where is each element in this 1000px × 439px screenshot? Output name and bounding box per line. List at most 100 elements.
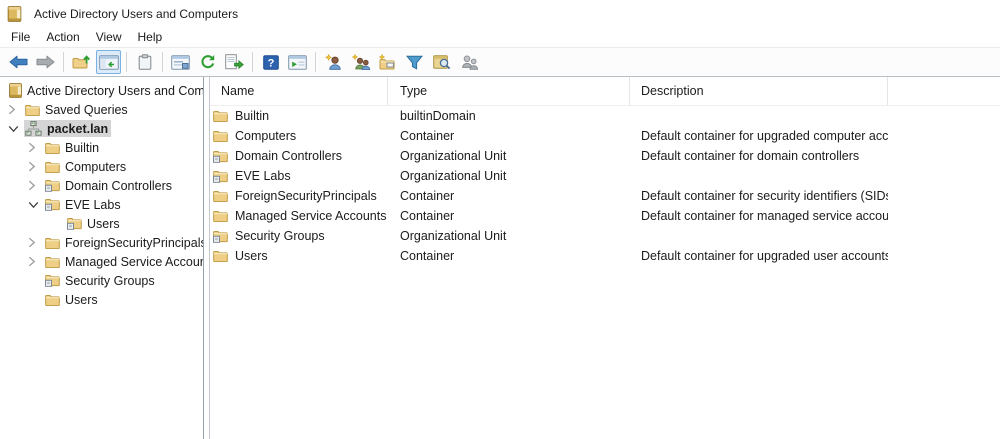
list-row-domain-controllers[interactable]: Domain Controllers Organizational Unit Def…	[210, 146, 1000, 166]
properties-button[interactable]	[132, 50, 157, 74]
column-header-type[interactable]: Type	[388, 77, 630, 105]
item-type: Container	[400, 249, 455, 263]
delegate-button[interactable]	[456, 50, 481, 74]
chevron-right-icon[interactable]	[26, 180, 44, 191]
list-row-foreignsecurityprincipals[interactable]: ForeignSecurityPrincipals Container Defaul…	[210, 186, 1000, 206]
tree-item-users[interactable]: Users	[0, 214, 203, 233]
list-body: Builtin builtinDomain Computers Container De…	[210, 106, 1000, 439]
export-list-icon	[225, 54, 244, 70]
ou-folder-icon	[67, 217, 82, 230]
refresh-button[interactable]	[195, 50, 220, 74]
book-icon	[9, 83, 22, 98]
tree-item-label: Builtin	[65, 140, 100, 155]
filter-button[interactable]	[402, 50, 427, 74]
show-console-tree-button[interactable]	[96, 50, 121, 74]
list-row-computers[interactable]: Computers Container Default container for …	[210, 126, 1000, 146]
toolbar-separator	[162, 52, 163, 72]
item-description: Default container for upgraded computer …	[641, 129, 888, 143]
tree-item-saved-queries[interactable]: Saved Queries	[0, 100, 203, 119]
item-description: Default container for managed service ac…	[641, 209, 888, 223]
help-button[interactable]: ?	[258, 50, 283, 74]
tree-item-label: Saved Queries	[45, 102, 128, 117]
tree-item-packet-lan[interactable]: packet.lan	[0, 119, 203, 138]
find-icon	[432, 54, 451, 70]
chevron-right-icon[interactable]	[26, 237, 44, 248]
chevron-right-icon[interactable]	[6, 104, 24, 115]
forward-button[interactable]	[33, 50, 58, 74]
up-one-level-button[interactable]	[69, 50, 94, 74]
menu-view[interactable]: View	[88, 28, 130, 46]
item-name: EVE Labs	[235, 169, 291, 183]
details-pane: Name Type Description Builtin builtinDomain…	[209, 77, 1000, 439]
arrow-left-icon	[9, 55, 28, 69]
console-tree-pane: Active Directory Users and Computers Save…	[0, 77, 204, 439]
tree-item-label: Managed Service Accounts	[65, 254, 204, 269]
aduc-window: Active Directory Users and Computers Fil…	[0, 0, 1000, 439]
export-list-button[interactable]	[222, 50, 247, 74]
toolbar-separator	[315, 52, 316, 72]
item-name: Computers	[235, 129, 297, 143]
menu-action[interactable]: Action	[38, 28, 87, 46]
delegate-icon	[459, 54, 479, 70]
list-row-users[interactable]: Users Container Default container for upgr…	[210, 246, 1000, 266]
tree-item-foreignsecurityprincipals[interactable]: ForeignSecurityPrincipals	[0, 233, 203, 252]
new-group-button[interactable]	[348, 50, 373, 74]
folder-icon	[213, 190, 228, 202]
chevron-right-icon[interactable]	[26, 161, 44, 172]
list-row-security-groups[interactable]: Security Groups Organizational Unit	[210, 226, 1000, 246]
tree-item-domain-controllers[interactable]: Domain Controllers	[0, 176, 203, 195]
item-description: Default container for security identifie…	[641, 189, 888, 203]
tree-item-label: packet.lan	[47, 121, 109, 136]
tree-item-label: Active Directory Users and Computers	[27, 83, 204, 98]
find-button[interactable]	[429, 50, 454, 74]
list-row-builtin[interactable]: Builtin builtinDomain	[210, 106, 1000, 126]
new-ou-button[interactable]	[375, 50, 400, 74]
ou-folder-icon	[213, 230, 228, 243]
menu-file[interactable]: File	[3, 28, 38, 46]
chevron-right-icon[interactable]	[26, 142, 44, 153]
standard-window-button[interactable]	[168, 50, 193, 74]
folder-icon	[45, 294, 60, 306]
arrow-right-icon	[36, 55, 55, 69]
item-type: Container	[400, 129, 455, 143]
tree-item-label: Domain Controllers	[65, 178, 172, 193]
chevron-right-icon[interactable]	[26, 256, 44, 267]
folder-icon	[45, 256, 60, 268]
item-name: Builtin	[235, 109, 270, 123]
tree-item-managed-service-accounts[interactable]: Managed Service Accounts	[0, 252, 203, 271]
item-name: Security Groups	[235, 229, 325, 243]
menu-help[interactable]: Help	[130, 28, 171, 46]
tree-item-label: EVE Labs	[65, 197, 121, 212]
window-list-icon	[171, 54, 190, 70]
new-user-button[interactable]	[321, 50, 346, 74]
item-description: Default container for upgraded user acco…	[641, 249, 888, 263]
column-header-label: Description	[641, 84, 704, 98]
column-header-name[interactable]: Name	[210, 77, 388, 105]
folder-icon	[45, 161, 60, 173]
tree-item-eve-labs[interactable]: EVE Labs	[0, 195, 203, 214]
chevron-down-icon[interactable]	[26, 201, 44, 209]
toolbar: ?	[0, 47, 1000, 77]
help-icon: ?	[262, 54, 279, 70]
item-name: Managed Service Accounts	[235, 209, 387, 223]
run-window-icon	[288, 54, 307, 70]
item-type: Container	[400, 189, 455, 203]
back-button[interactable]	[6, 50, 31, 74]
toolbar-separator	[252, 52, 253, 72]
list-row-managed-service-accounts[interactable]: Managed Service Accounts Container Default…	[210, 206, 1000, 226]
filter-icon	[406, 55, 423, 70]
tree-item-security-groups[interactable]: Security Groups	[0, 271, 203, 290]
tree-item-computers[interactable]: Computers	[0, 157, 203, 176]
folder-icon	[45, 237, 60, 249]
tree-item-users[interactable]: Users	[0, 290, 203, 309]
show-window-button[interactable]	[285, 50, 310, 74]
column-header-description[interactable]: Description	[630, 77, 888, 105]
ou-folder-icon	[45, 179, 60, 192]
tree-item-builtin[interactable]: Builtin	[0, 138, 203, 157]
refresh-icon	[200, 54, 216, 70]
tree-item-active-directory-users-and-computers[interactable]: Active Directory Users and Computers	[0, 81, 203, 100]
column-header-label: Name	[221, 84, 255, 98]
list-row-eve-labs[interactable]: EVE Labs Organizational Unit	[210, 166, 1000, 186]
chevron-down-icon[interactable]	[6, 125, 24, 133]
up-folder-icon	[72, 54, 92, 70]
